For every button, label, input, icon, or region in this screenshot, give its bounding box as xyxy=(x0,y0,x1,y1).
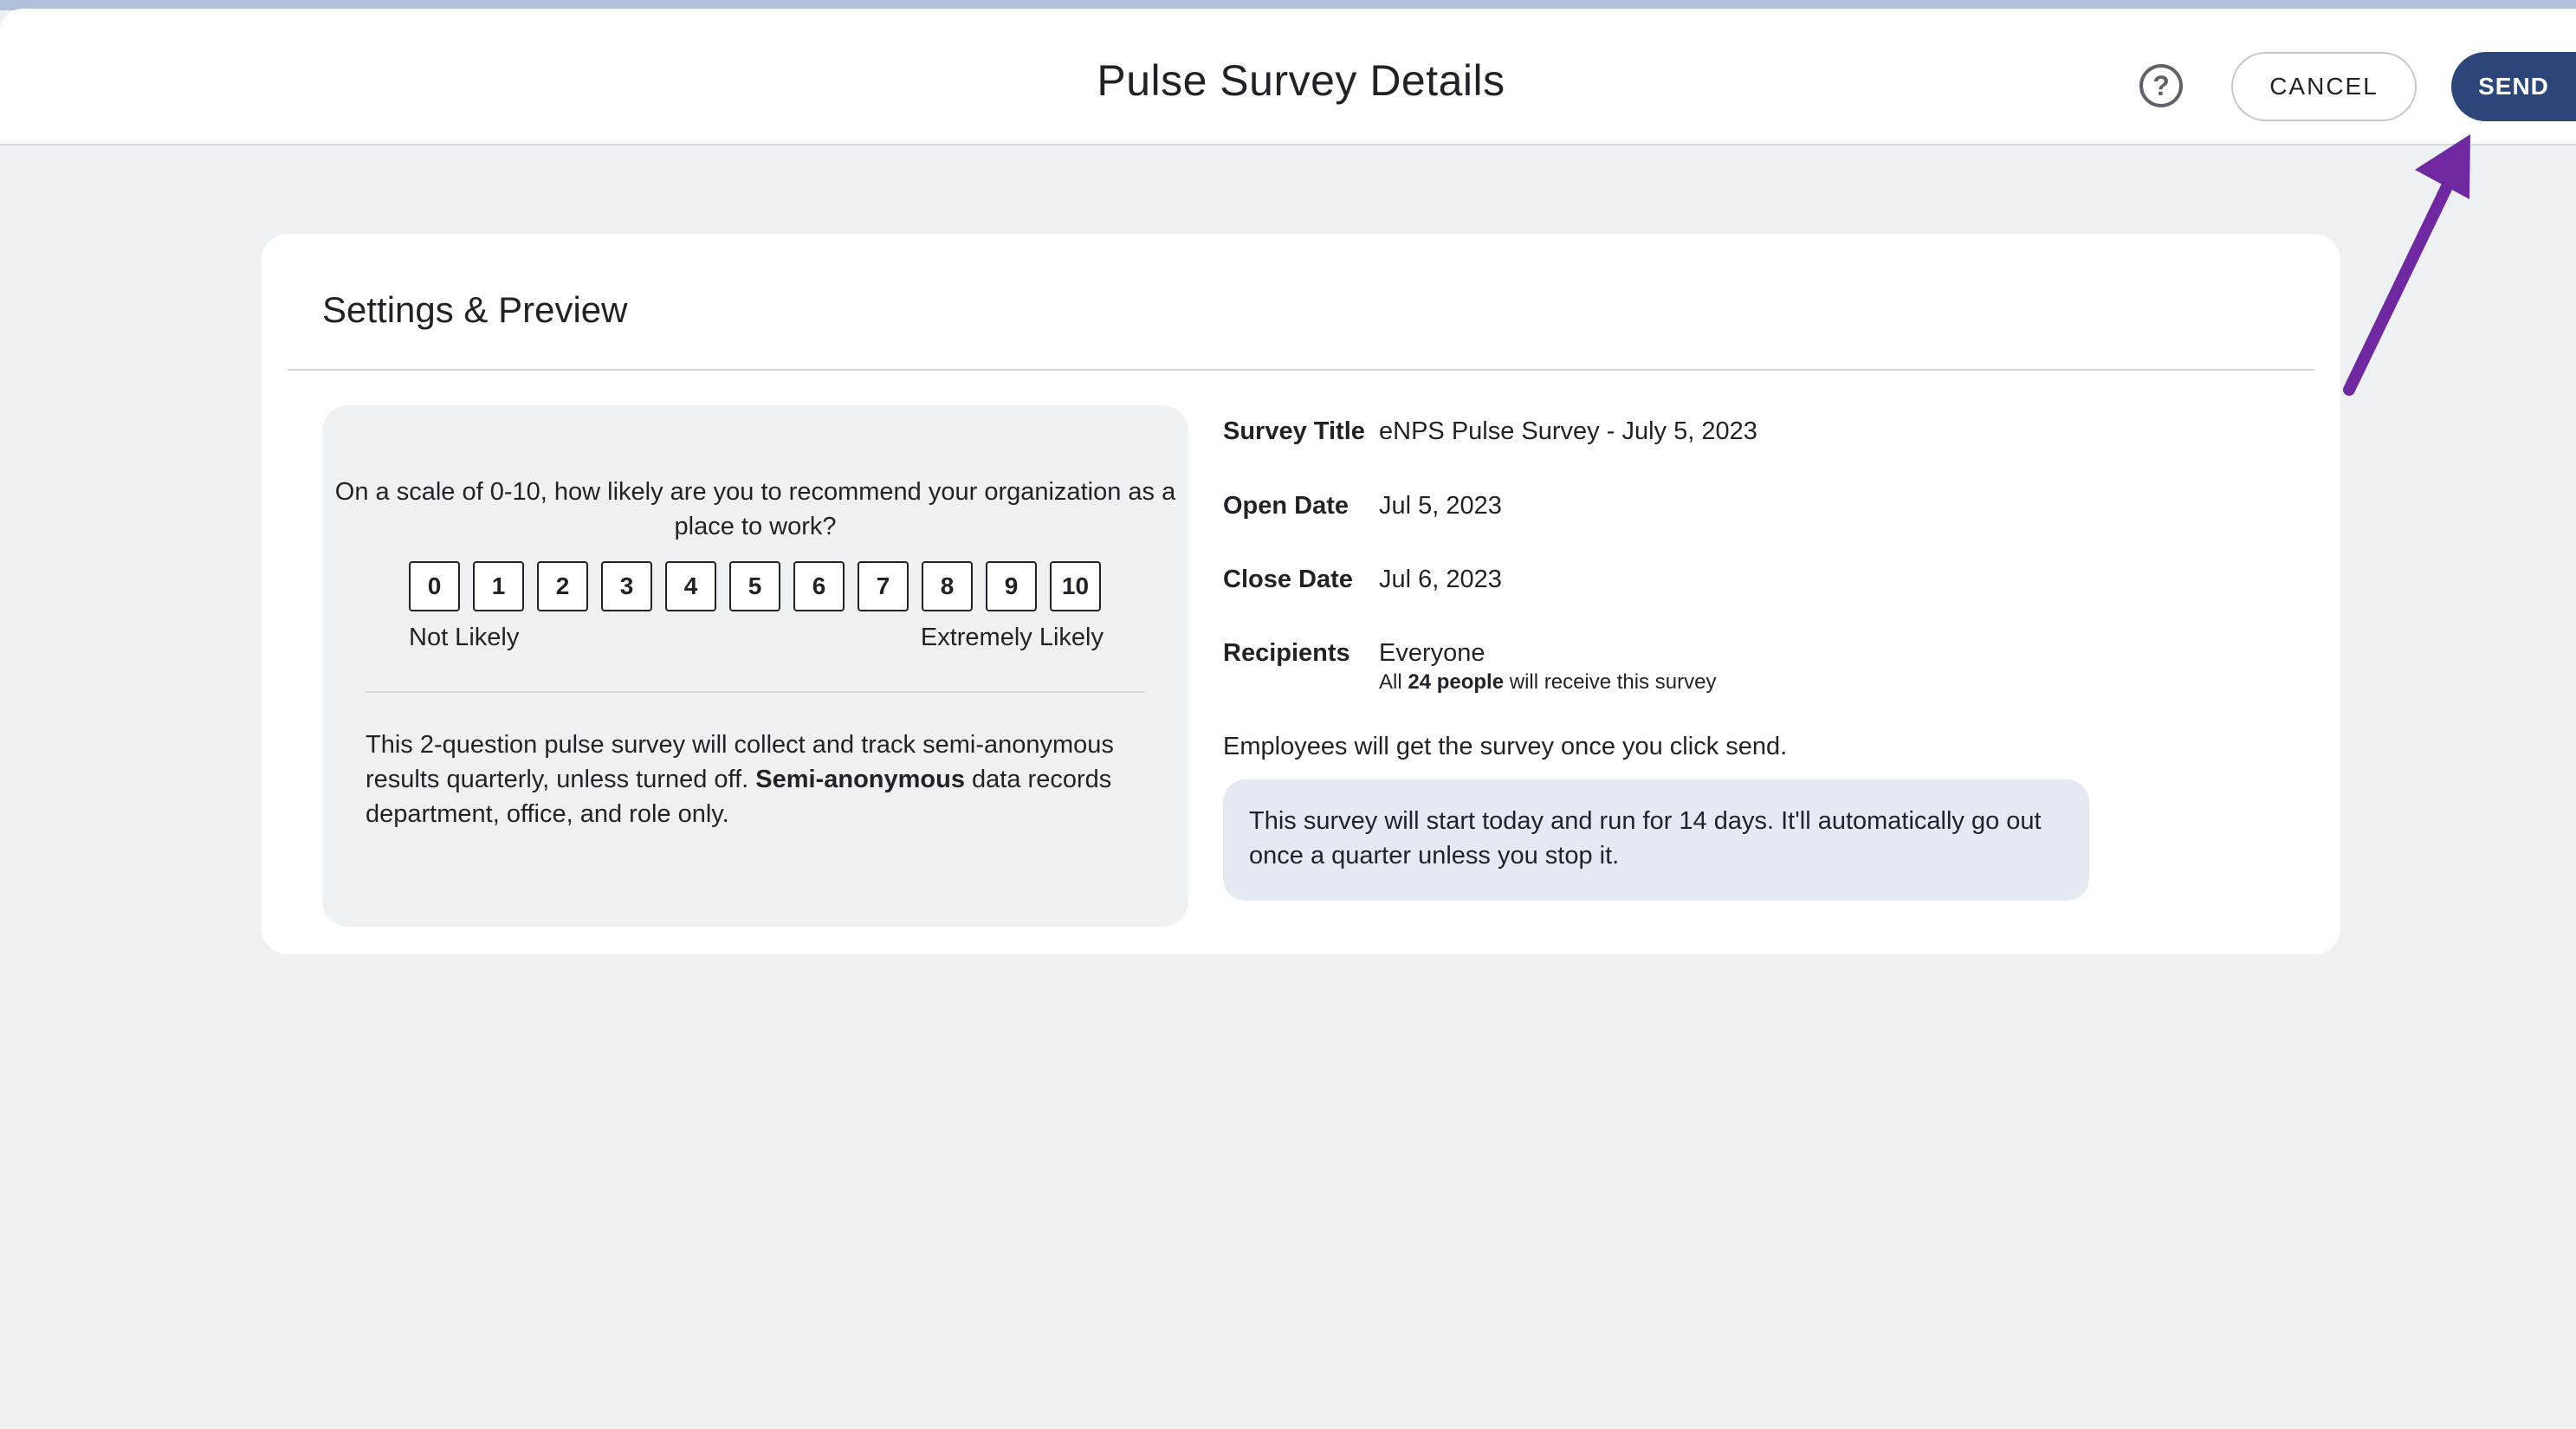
scale-option-4: 4 xyxy=(665,561,716,611)
question-mark-glyph: ? xyxy=(2152,69,2170,101)
open-date-label: Open Date xyxy=(1223,492,1349,520)
scale-low-label: Not Likely xyxy=(409,624,520,651)
preview-question: On a scale of 0-10, how likely are you t… xyxy=(334,478,1176,540)
scale-option-6: 6 xyxy=(793,561,845,611)
cancel-button[interactable]: CANCEL xyxy=(2231,52,2417,121)
scale-high-label: Extremely Likely xyxy=(920,624,1104,651)
scale-option-2: 2 xyxy=(537,561,588,611)
scale-option-7: 7 xyxy=(858,561,909,611)
scale-option-10: 10 xyxy=(1050,561,1101,611)
page-title: Pulse Survey Details xyxy=(1097,56,1505,105)
settings-preview-card: Settings & Preview On a scale of 0-10, h… xyxy=(262,234,2340,954)
scale-option-1: 1 xyxy=(473,561,524,611)
page-header: Pulse Survey Details ? CANCEL SEND xyxy=(0,9,2576,145)
rating-scale: 0 1 2 3 4 5 6 7 8 9 10 xyxy=(409,561,1101,611)
schedule-info-box: This survey will start today and run for… xyxy=(1223,779,2089,901)
survey-title-label: Survey Title xyxy=(1223,417,1365,445)
recipients-count-prefix: All xyxy=(1379,670,1408,694)
card-divider xyxy=(288,369,2314,371)
open-date-value: Jul 5, 2023 xyxy=(1379,492,1502,520)
send-note: Employees will get the survey once you c… xyxy=(1223,733,1788,760)
send-button[interactable]: SEND xyxy=(2451,52,2576,121)
help-icon[interactable]: ? xyxy=(2139,64,2183,107)
scale-option-5: 5 xyxy=(729,561,780,611)
close-date-value: Jul 6, 2023 xyxy=(1379,566,1502,593)
card-title: Settings & Preview xyxy=(322,289,628,330)
close-date-label: Close Date xyxy=(1223,566,1353,593)
scale-option-8: 8 xyxy=(922,561,973,611)
description-bold-term: Semi-anonymous xyxy=(755,766,965,793)
recipients-label: Recipients xyxy=(1223,639,1350,667)
scale-option-9: 9 xyxy=(986,561,1037,611)
recipients-count-bold: 24 people xyxy=(1408,670,1505,694)
scale-option-3: 3 xyxy=(601,561,652,611)
scale-option-0: 0 xyxy=(409,561,460,611)
annotation-arrow-shaft xyxy=(2343,171,2457,396)
survey-preview-panel: On a scale of 0-10, how likely are you t… xyxy=(322,405,1188,927)
recipients-count: All 24 people will receive this survey xyxy=(1379,670,1716,695)
survey-description: This 2-question pulse survey will collec… xyxy=(366,727,1145,831)
preview-divider xyxy=(366,691,1145,693)
recipients-count-suffix: will receive this survey xyxy=(1504,670,1717,694)
recipients-value: Everyone xyxy=(1379,639,1485,667)
survey-title-value: eNPS Pulse Survey - July 5, 2023 xyxy=(1379,417,1757,445)
